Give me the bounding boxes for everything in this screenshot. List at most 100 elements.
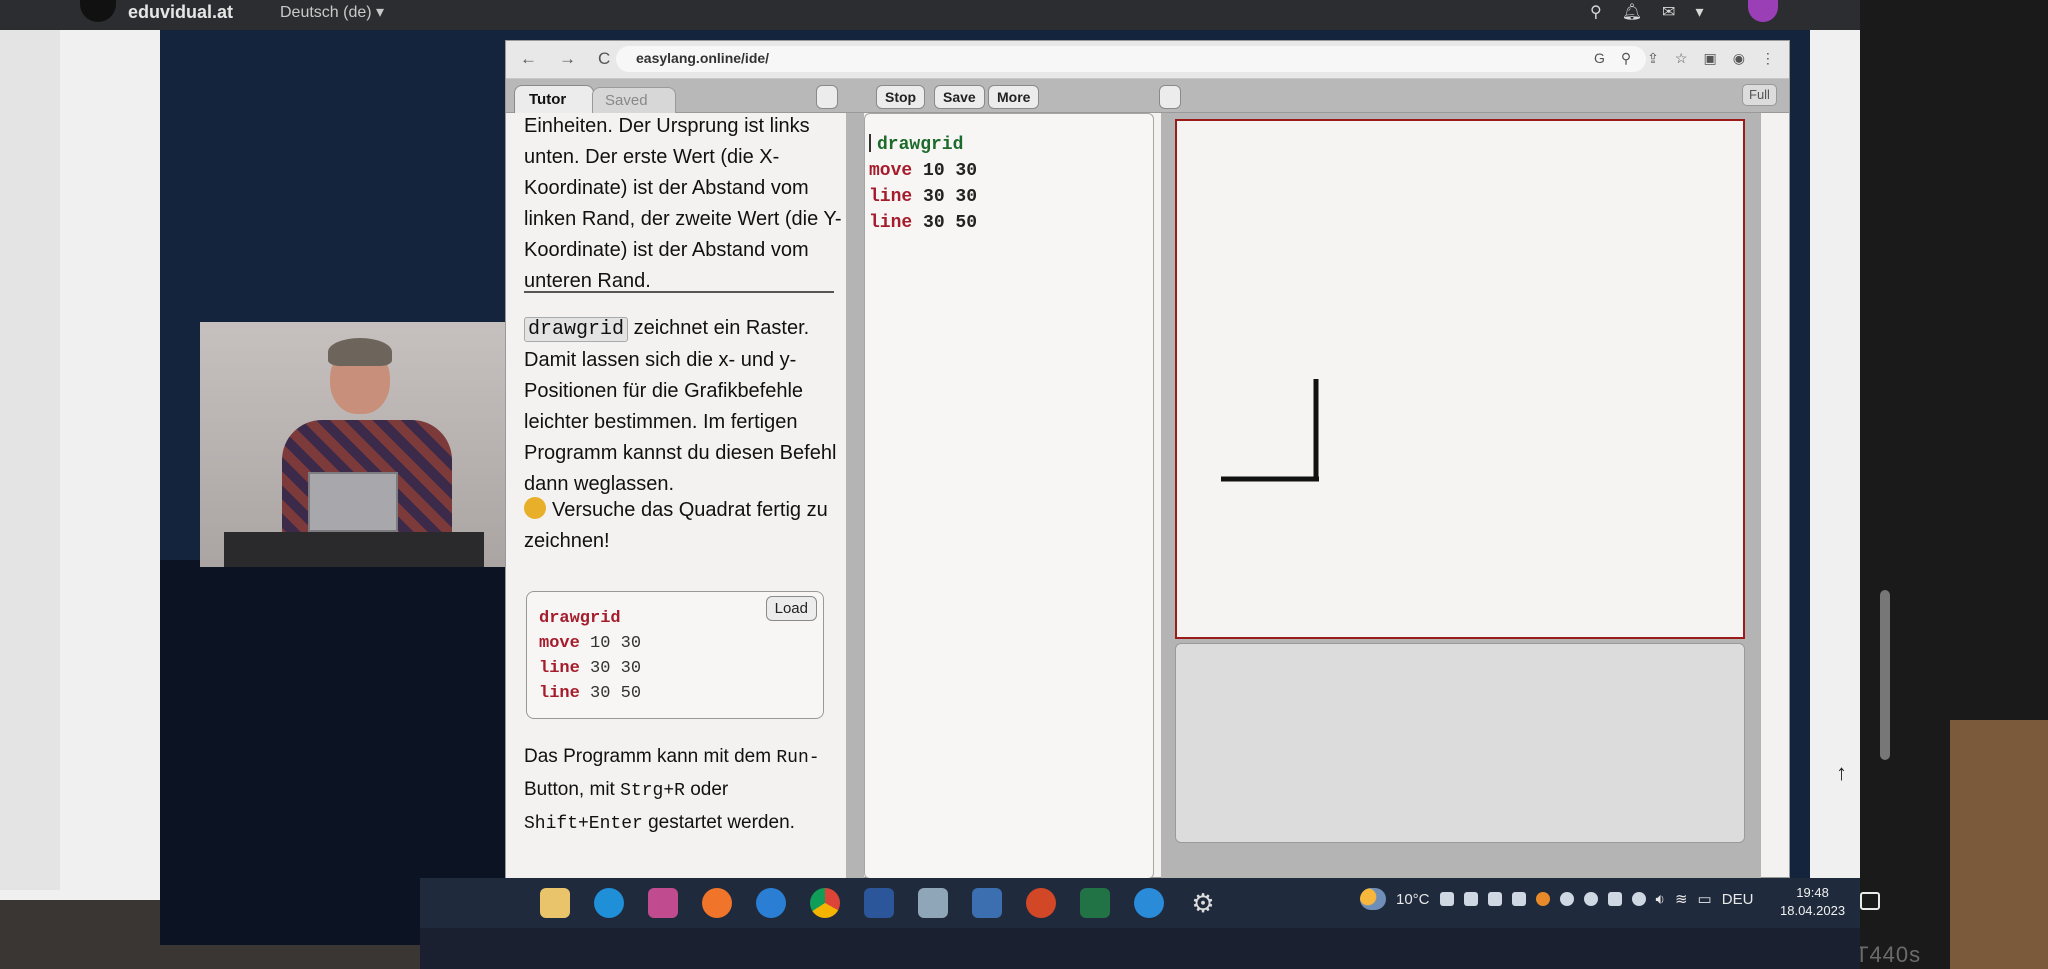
load-button[interactable]: Load: [765, 596, 817, 621]
edge-profile-icon[interactable]: [1134, 888, 1164, 918]
tray-app-icon[interactable]: [1511, 892, 1526, 906]
taskbar-clock[interactable]: 19:48 18.04.2023: [1780, 884, 1845, 920]
editor-line[interactable]: line 30 30: [869, 184, 1153, 210]
system-tray: 10°C 🔉︎ ≋ ▭ DEU: [1360, 888, 1753, 910]
chrome-icon[interactable]: [810, 888, 840, 918]
panel-divider[interactable]: [846, 113, 864, 879]
sidebar-icon[interactable]: ▣: [1703, 50, 1716, 67]
tray-app-icon[interactable]: [1583, 892, 1598, 906]
editor-line[interactable]: drawgrid: [869, 132, 1153, 158]
example-code-line: line 30 50: [539, 684, 642, 703]
tray-app-icon[interactable]: [1439, 892, 1454, 906]
run-keyword: Run-: [776, 748, 820, 768]
snipping-tool-icon[interactable]: [972, 888, 1002, 918]
menu-icon[interactable]: ▾: [1695, 2, 1703, 22]
chat-icon[interactable]: ✉: [1662, 2, 1675, 22]
fullscreen-button[interactable]: Full: [1742, 84, 1777, 106]
webcam-video: [200, 322, 505, 567]
battery-icon[interactable]: ▭: [1698, 890, 1712, 908]
outer-toolbar-icons: ⚲ 🔔︎ ✉ ▾: [1590, 2, 1703, 22]
code-editor[interactable]: drawgrid move 10 30 line 30 30 line 30 5…: [864, 113, 1154, 879]
site-logo-icon[interactable]: [80, 0, 116, 22]
notification-center-icon[interactable]: [1860, 892, 1880, 910]
url-text[interactable]: easylang.online/ide/: [636, 50, 769, 66]
page-scrollbar[interactable]: [1880, 590, 1890, 760]
wifi-icon[interactable]: ≋: [1675, 890, 1688, 908]
tray-app-icon[interactable]: [1559, 892, 1574, 906]
tab-saved[interactable]: Saved: [592, 87, 676, 113]
laptop-bottom-taskbar: [420, 928, 1860, 969]
firefox-icon[interactable]: [702, 888, 732, 918]
output-console[interactable]: [1175, 643, 1745, 843]
url-bar[interactable]: easylang.online/ide/: [616, 46, 1646, 72]
graphics-panel: [1161, 113, 1761, 879]
editor-line[interactable]: line 30 50: [869, 210, 1153, 236]
tutor-panel: Einheiten. Der Ursprung ist links unten.…: [506, 113, 846, 879]
notification-bell-icon[interactable]: 🔔︎: [1622, 2, 1642, 22]
tray-app-icon[interactable]: [1535, 892, 1550, 906]
edge-browser-icon[interactable]: [594, 888, 624, 918]
tutor-paragraph-origin: Einheiten. Der Ursprung ist links unten.…: [524, 115, 842, 292]
task-text: Versuche das Quadrat fertig zu zeichnen!: [524, 499, 828, 552]
text-cursor: [869, 134, 871, 152]
settings-gear-icon[interactable]: ⚙: [1188, 888, 1218, 918]
tutor-toggle-button[interactable]: [816, 85, 838, 109]
tray-app-icon[interactable]: [1631, 892, 1646, 906]
drawgrid-keyword: drawgrid: [524, 317, 629, 342]
reload-icon[interactable]: C: [598, 49, 610, 69]
keyboard-language[interactable]: DEU: [1722, 891, 1754, 908]
volume-icon[interactable]: 🔉︎: [1656, 891, 1665, 908]
profile-icon[interactable]: ◉: [1733, 50, 1745, 67]
device-label: T440s: [1855, 942, 1922, 967]
shield-icon[interactable]: [1607, 892, 1622, 906]
word-icon[interactable]: [864, 888, 894, 918]
editor-toggle-button[interactable]: [1159, 85, 1181, 109]
share-icon[interactable]: ⇪: [1647, 50, 1659, 67]
bookmark-star-icon[interactable]: ☆: [1675, 50, 1688, 67]
presenter-lectern: [224, 532, 484, 567]
ctrl-r-shortcut: Strg+R: [620, 781, 685, 801]
search-icon[interactable]: ⚲: [1590, 2, 1602, 22]
tray-app-icon[interactable]: [1487, 892, 1502, 906]
tutor-run-instructions: Das Programm kann mit dem Run- Button, m…: [524, 746, 820, 834]
back-arrow-icon[interactable]: ←: [520, 49, 537, 69]
tutor-paragraph-drawgrid: drawgrid zeichnet ein Raster. Damit lass…: [524, 313, 844, 500]
zoom-icon[interactable]: ⚲: [1621, 50, 1631, 67]
stop-button[interactable]: Stop: [876, 85, 926, 109]
desk-surface: [1950, 720, 2048, 969]
outer-site-name[interactable]: eduvidual.at: [128, 2, 233, 23]
presenter-laptop: [308, 472, 398, 532]
forward-arrow-icon[interactable]: →: [559, 49, 576, 69]
presenter-hair: [328, 338, 392, 366]
powerpoint-icon[interactable]: [1026, 888, 1056, 918]
scroll-up-arrow-icon[interactable]: ↑: [1836, 760, 1847, 786]
save-button[interactable]: Save: [934, 85, 985, 109]
kebab-menu-icon[interactable]: ⋮: [1761, 50, 1775, 67]
tab-tutor[interactable]: Tutor: [514, 85, 594, 115]
thunderbird-icon[interactable]: [756, 888, 786, 918]
outer-left-sidebar: [0, 30, 60, 890]
browser-action-icons: G ⚲ ⇪ ☆ ▣ ◉ ⋮: [1594, 50, 1775, 67]
drawing-svg: [1221, 379, 1319, 482]
nav-buttons: ← → C: [520, 49, 610, 69]
tutor-task: Versuche das Quadrat fertig zu zeichnen!: [524, 495, 844, 557]
language-selector[interactable]: Deutsch (de) ▾: [280, 2, 384, 22]
translate-icon[interactable]: G: [1594, 50, 1605, 67]
graphics-canvas[interactable]: [1175, 119, 1745, 639]
more-button[interactable]: More: [988, 85, 1040, 109]
notes-app-icon[interactable]: [918, 888, 948, 918]
media-app-icon[interactable]: [648, 888, 678, 918]
outer-browser-tabbar: eduvidual.at Deutsch (de) ▾ ⚲ 🔔︎ ✉ ▾: [0, 0, 1860, 30]
weather-icon[interactable]: [1360, 888, 1386, 910]
user-avatar[interactable]: [1748, 0, 1778, 22]
weather-temperature[interactable]: 10°C: [1396, 891, 1430, 908]
editor-line[interactable]: move 10 30: [869, 158, 1153, 184]
thinking-emoji-icon: [524, 497, 546, 519]
file-explorer-icon[interactable]: [540, 888, 570, 918]
shift-enter-shortcut: Shift+Enter: [524, 814, 643, 834]
taskbar-apps: ⚙: [540, 888, 1218, 918]
tray-app-icon[interactable]: [1463, 892, 1478, 906]
excel-icon[interactable]: [1080, 888, 1110, 918]
taskbar: ⚙ 10°C 🔉︎ ≋ ▭ DEU 19:48 18.04.2023: [420, 878, 1880, 928]
example-code-line: move 10 30: [539, 634, 642, 653]
